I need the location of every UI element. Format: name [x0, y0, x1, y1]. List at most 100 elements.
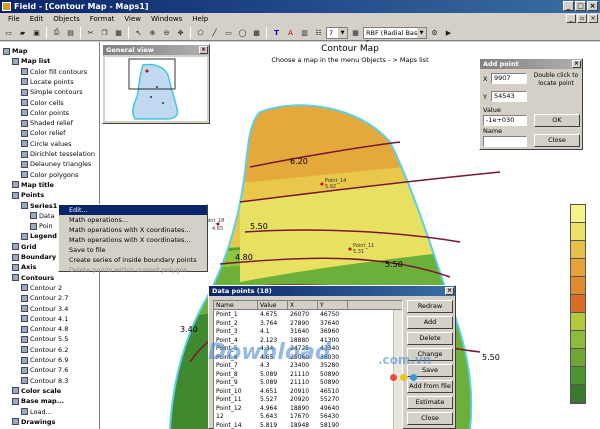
estimate-button[interactable]: Estimate	[407, 396, 453, 409]
column-header[interactable]: Value	[258, 301, 288, 309]
paste-icon[interactable]: ▦	[112, 26, 125, 39]
color-scale[interactable]	[570, 204, 586, 404]
pan-icon[interactable]: ✥	[174, 26, 187, 39]
table-row[interactable]: Point_3 4.1 31640 36960	[214, 328, 394, 337]
tree-item[interactable]: Points	[12, 190, 44, 200]
settings-icon[interactable]: ⚙	[428, 26, 441, 39]
menu-format[interactable]: Format	[85, 13, 120, 25]
context-menu-item[interactable]: Edit...	[59, 205, 207, 215]
add-from-file-button[interactable]: Add from file	[407, 380, 453, 393]
tree-item[interactable]: Series1	[21, 201, 57, 211]
menu-view[interactable]: View	[119, 13, 146, 25]
new-file-icon[interactable]: ▭	[2, 26, 15, 39]
fill-icon[interactable]: ▩	[250, 26, 263, 39]
copy-icon[interactable]: ❐	[98, 26, 111, 39]
line-icon[interactable]: ╱	[208, 26, 221, 39]
save-icon[interactable]: ▣	[30, 26, 43, 39]
tree-item[interactable]: Contour 2	[21, 283, 62, 293]
tree-item[interactable]: Color relief	[21, 128, 65, 138]
tree-item[interactable]: Circle values	[21, 139, 71, 149]
ellipse-icon[interactable]: ◯	[236, 26, 249, 39]
context-menu-item[interactable]: Math operations with X coordinates...	[59, 225, 207, 235]
table-row[interactable]: Point_12 4.964 18890 49640	[214, 405, 394, 414]
table-row[interactable]: 12 5.643 17670 56430	[214, 413, 394, 422]
context-menu-item[interactable]: Math operations with X coordinates...	[59, 235, 207, 245]
interpolation-method-select[interactable]: RBF (Radial Basis F▼	[363, 26, 427, 47]
tree-item[interactable]: Contour 4.8	[21, 324, 68, 334]
data-points-close-icon[interactable]: ×	[445, 287, 454, 295]
tree-item[interactable]: Contour 3.4	[21, 304, 68, 314]
table-row[interactable]: Point_1 4.675 26070 46750	[214, 311, 394, 320]
redraw-button[interactable]: Redraw	[407, 300, 453, 313]
tree-item[interactable]: Contours	[12, 273, 54, 283]
column-header[interactable]: Y	[318, 301, 348, 309]
context-menu-item[interactable]: Create series of inside boundary points	[59, 255, 207, 265]
font-color-icon[interactable]: A	[284, 26, 297, 39]
tree-item[interactable]: Poin	[30, 221, 53, 231]
tree-item[interactable]: Dirichlet tesselation	[21, 149, 95, 159]
grid-icon[interactable]: ▦	[349, 26, 362, 39]
context-menu-item[interactable]: Save to file	[59, 245, 207, 255]
format-icon[interactable]: ☷	[312, 26, 325, 39]
tree-item[interactable]: Delauney triangles	[21, 159, 91, 169]
add-point-close-button[interactable]: Close	[534, 134, 580, 147]
print-icon[interactable]: ⎙	[50, 26, 63, 39]
tree-item[interactable]: Grid	[12, 242, 36, 252]
zoom-out-icon[interactable]: ⊖	[160, 26, 173, 39]
x-input[interactable]: 9907	[491, 73, 527, 84]
table-row[interactable]: Point_9 5.089 21110 50890	[214, 379, 394, 388]
name-input[interactable]	[483, 136, 527, 147]
pointer-icon[interactable]: ↖	[132, 26, 145, 39]
column-header[interactable]: X	[288, 301, 318, 309]
context-menu-item[interactable]: Math operations...	[59, 215, 207, 225]
tree-item[interactable]: Map	[3, 46, 28, 56]
add-button[interactable]: Add	[407, 316, 453, 329]
mdi-close-button[interactable]: ×	[588, 14, 598, 23]
tree-item[interactable]: Contour 6.9	[21, 355, 68, 365]
add-point-close-icon[interactable]: ×	[572, 60, 581, 68]
column-header[interactable]: Name	[214, 301, 258, 309]
tree-item[interactable]: Map list	[12, 56, 50, 66]
zoom-in-icon[interactable]: ⊕	[146, 26, 159, 39]
tree-item[interactable]: Shaded relief	[21, 118, 73, 128]
general-view-map[interactable]	[105, 57, 207, 121]
tree-item[interactable]: Color points	[21, 108, 69, 118]
tree-item[interactable]: Locate points	[21, 77, 74, 87]
tree-item[interactable]: Axis	[12, 262, 36, 272]
close-button[interactable]: ×	[587, 1, 598, 11]
tree-item[interactable]: Drawings	[12, 417, 55, 427]
ok-button[interactable]: OK	[534, 114, 580, 127]
tree-item[interactable]: Contour 4.1	[21, 314, 68, 324]
polygon-icon[interactable]: ⬠	[194, 26, 207, 39]
table-row[interactable]: Point_14 5.819 18948 58190	[214, 422, 394, 429]
table-row[interactable]: Point_2 3.764 27890 37640	[214, 320, 394, 329]
tree-item[interactable]: Data	[30, 211, 55, 221]
tree-item[interactable]: Contour 5.5	[21, 334, 68, 344]
tree-item[interactable]: Base map...	[12, 396, 64, 406]
tree-item[interactable]: Contour 8.3	[21, 376, 68, 386]
menu-windows[interactable]: Windows	[146, 13, 187, 25]
tree-item[interactable]: Color fill contours	[21, 67, 87, 77]
value-input[interactable]: -1e+030	[483, 115, 527, 126]
tree-item[interactable]: Color polygons	[21, 170, 78, 180]
table-row[interactable]: Point_8 5.089 21110 50890	[214, 371, 394, 380]
mdi-minimize-button[interactable]: _	[566, 14, 576, 23]
rectangle-icon[interactable]: ▭	[222, 26, 235, 39]
tree-item[interactable]: Legend	[21, 231, 57, 241]
menu-edit[interactable]: Edit	[25, 13, 49, 25]
tree-item[interactable]: Color cells	[21, 98, 64, 108]
chart-icon[interactable]: ▥	[298, 26, 311, 39]
menu-help[interactable]: Help	[187, 13, 213, 25]
delete-button[interactable]: Delete	[407, 332, 453, 345]
general-view-close-icon[interactable]: ×	[199, 46, 208, 54]
tree-item[interactable]: Load...	[21, 407, 52, 417]
font-size-select[interactable]: 7 ▼	[326, 26, 348, 39]
tree-item[interactable]: Map title	[12, 180, 54, 190]
tree-item[interactable]: Contour 7.6	[21, 365, 68, 375]
tree-item[interactable]: Contour 6.2	[21, 345, 68, 355]
open-folder-icon[interactable]: ▰	[16, 26, 29, 39]
tree-item[interactable]: Simple contours	[21, 87, 83, 97]
table-scrollbar[interactable]	[393, 310, 402, 429]
menu-file[interactable]: File	[3, 13, 25, 25]
text-icon[interactable]: T	[270, 26, 283, 39]
